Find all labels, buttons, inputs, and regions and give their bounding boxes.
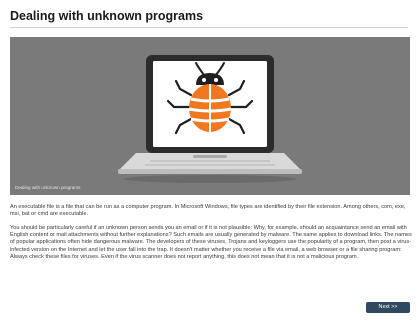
figure-caption: Dealing with unknown programs (15, 185, 81, 190)
next-button[interactable]: Next >> (366, 302, 410, 313)
paragraph-unknown-sender-warning: You should be particularly careful if an… (10, 225, 412, 260)
page-title: Dealing with unknown programs (10, 9, 204, 23)
laptop-with-bug-icon (118, 55, 302, 183)
paragraph-executable-definition: An executable file is a file that can be… (10, 204, 406, 218)
lesson-figure: Dealing with unknown programs (10, 37, 410, 195)
title-divider (10, 27, 408, 28)
